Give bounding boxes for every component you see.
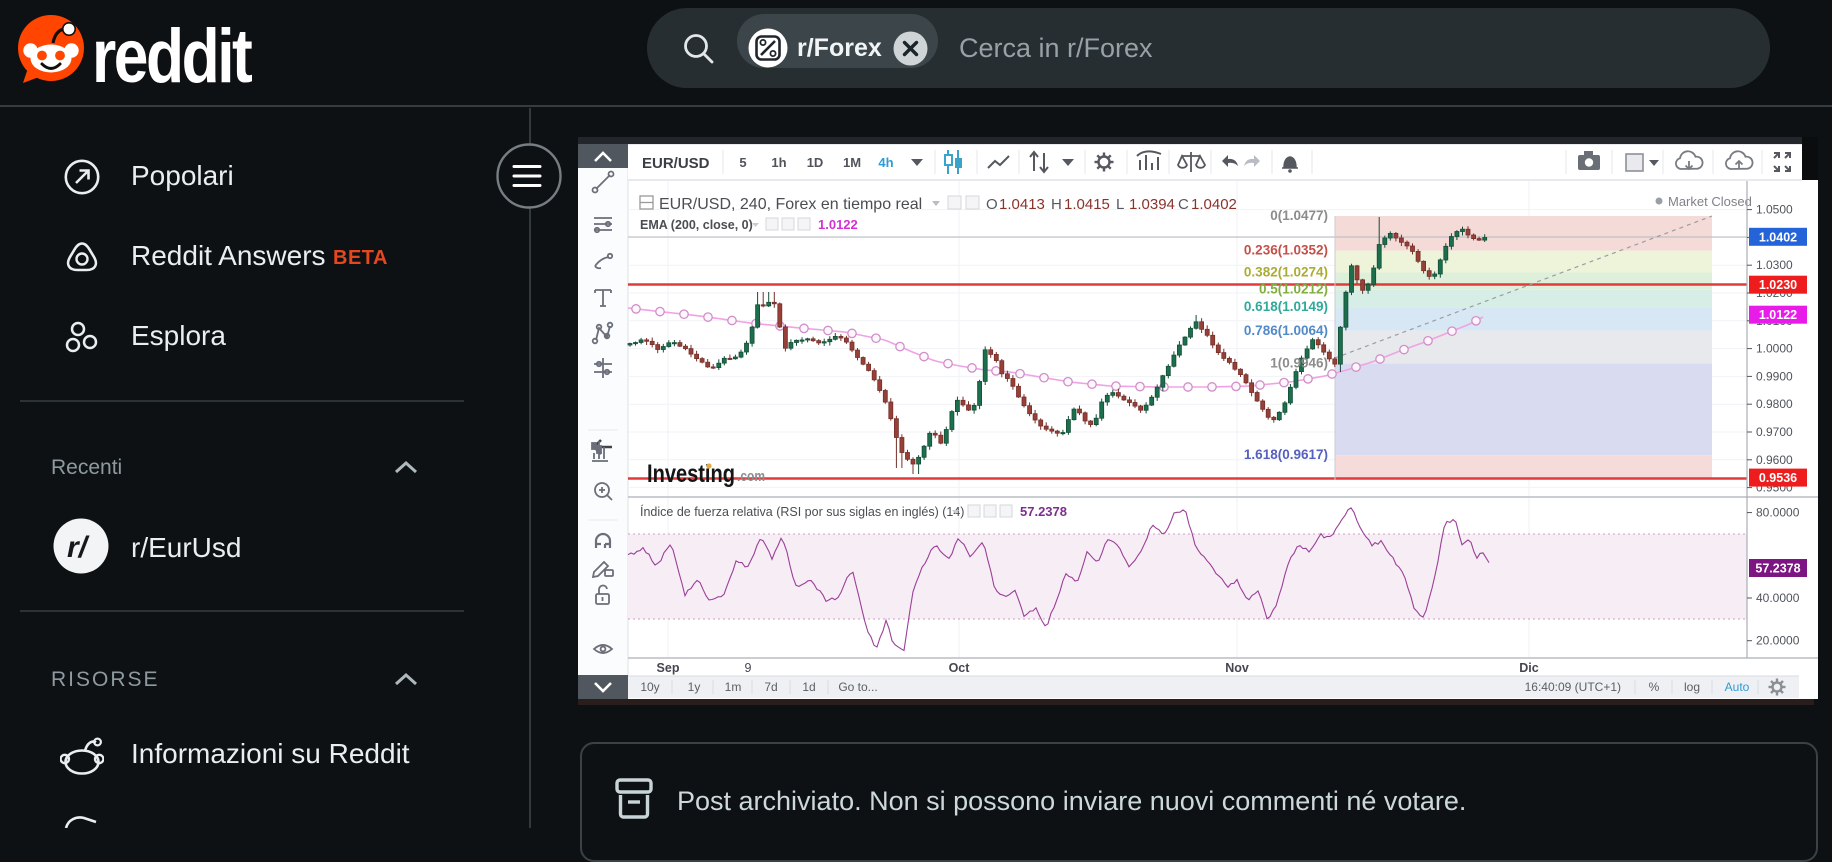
svg-text:0.9600: 0.9600: [1756, 453, 1793, 467]
svg-text:40.0000: 40.0000: [1756, 591, 1800, 605]
svg-text:C: C: [1178, 196, 1189, 213]
svg-text:Auto: Auto: [1725, 680, 1750, 694]
svg-text:1.0413: 1.0413: [999, 196, 1045, 213]
svg-text:57.2378: 57.2378: [1755, 562, 1800, 576]
svg-text:16:40:09 (UTC+1): 16:40:09 (UTC+1): [1525, 680, 1621, 694]
svg-text:0(1.0477): 0(1.0477): [1270, 208, 1328, 223]
svg-text:1.0000: 1.0000: [1756, 342, 1793, 356]
svg-text:1(0.9946): 1(0.9946): [1270, 356, 1328, 371]
svg-text:1.0230: 1.0230: [1759, 278, 1797, 292]
svg-text:r/: r/: [67, 531, 90, 564]
svg-text:1D: 1D: [807, 155, 824, 170]
svg-text:Oct: Oct: [949, 661, 971, 675]
svg-text:1m: 1m: [725, 680, 742, 694]
svg-text:0.5(1.0212): 0.5(1.0212): [1259, 282, 1328, 297]
svg-text:1.0300: 1.0300: [1756, 258, 1793, 272]
svg-text:Investing: Investing: [647, 460, 735, 488]
svg-text:9: 9: [745, 661, 752, 675]
svg-text:1.0415: 1.0415: [1064, 196, 1110, 213]
svg-text:1M: 1M: [843, 155, 861, 170]
svg-text:0.9700: 0.9700: [1756, 425, 1793, 439]
svg-text:1.0500: 1.0500: [1756, 203, 1793, 217]
svg-text:57.2378: 57.2378: [1020, 504, 1067, 519]
svg-text:O: O: [986, 196, 998, 213]
svg-text:10y: 10y: [640, 680, 659, 694]
svg-text:1.0122: 1.0122: [818, 217, 858, 232]
svg-text:0.9800: 0.9800: [1756, 397, 1793, 411]
svg-text:log: log: [1684, 680, 1700, 694]
svg-text:7d: 7d: [764, 680, 777, 694]
svg-text:Go to...: Go to...: [838, 680, 877, 694]
svg-text:0.618(1.0149): 0.618(1.0149): [1244, 299, 1328, 314]
svg-text:L: L: [1116, 196, 1124, 213]
svg-text:1.0394: 1.0394: [1129, 196, 1175, 213]
svg-text:EMA (200, close, 0): EMA (200, close, 0): [640, 218, 753, 232]
svg-text:Dic: Dic: [1519, 661, 1539, 675]
svg-text:5: 5: [739, 155, 746, 170]
svg-text:4h: 4h: [878, 155, 893, 170]
svg-text:1.0402: 1.0402: [1191, 196, 1237, 213]
svg-text:EUR/USD, 240, Forex en tiempo: EUR/USD, 240, Forex en tiempo real: [659, 196, 922, 213]
svg-text:1d: 1d: [802, 680, 815, 694]
svg-text:Market Closed: Market Closed: [1668, 194, 1752, 209]
svg-text:Índice de fuerza relativa (RSI: Índice de fuerza relativa (RSI por sus s…: [640, 504, 964, 519]
svg-text:0.382(1.0274): 0.382(1.0274): [1244, 264, 1328, 279]
svg-text:80.0000: 80.0000: [1756, 506, 1800, 520]
svg-text:Nov: Nov: [1225, 661, 1249, 675]
svg-text:1y: 1y: [688, 680, 701, 694]
svg-text:1.618(0.9617): 1.618(0.9617): [1244, 447, 1328, 462]
svg-text:0.9536: 0.9536: [1759, 471, 1797, 485]
svg-text:Sep: Sep: [657, 661, 680, 675]
svg-text:20.0000: 20.0000: [1756, 634, 1800, 648]
svg-text:1h: 1h: [771, 155, 786, 170]
svg-text:1.0402: 1.0402: [1759, 230, 1797, 244]
svg-text:%: %: [1649, 680, 1660, 694]
svg-text:EUR/USD: EUR/USD: [642, 155, 710, 172]
svg-text:.com: .com: [737, 469, 765, 485]
svg-text:0.236(1.0352): 0.236(1.0352): [1244, 243, 1328, 258]
svg-text:H: H: [1051, 196, 1062, 213]
svg-text:0.786(1.0064): 0.786(1.0064): [1244, 323, 1328, 338]
svg-text:1.0122: 1.0122: [1759, 308, 1797, 322]
svg-text:0.9900: 0.9900: [1756, 369, 1793, 383]
